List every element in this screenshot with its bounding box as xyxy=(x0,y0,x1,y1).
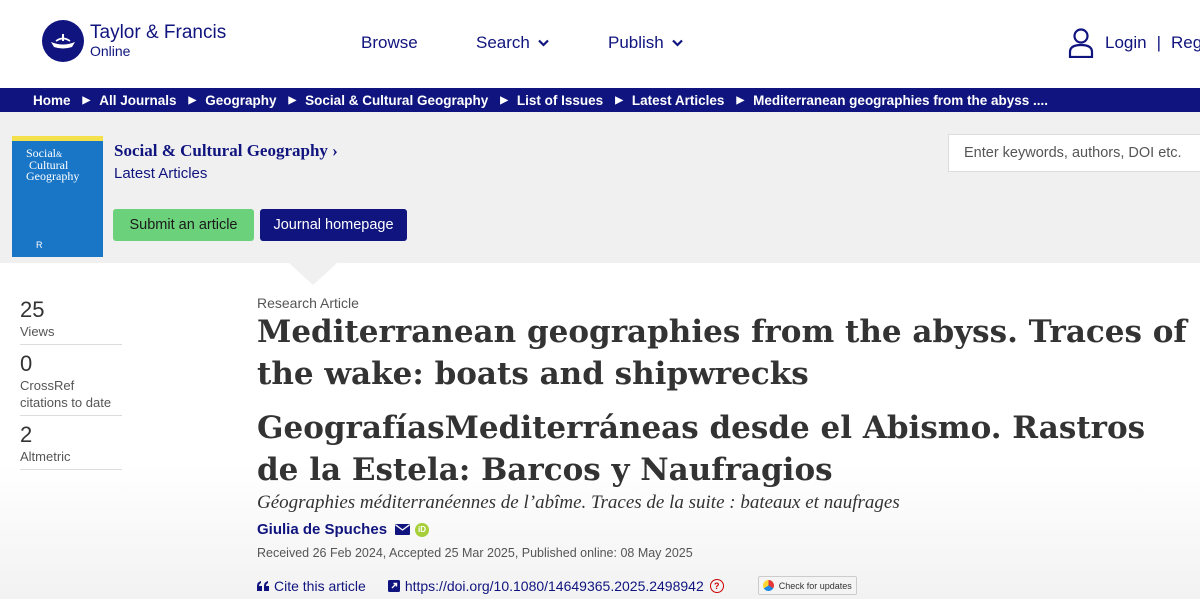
article-title-french: Géographies méditerranéennes de l’abîme.… xyxy=(257,492,900,513)
article-type: Research Article xyxy=(257,295,359,311)
brand-online: Online xyxy=(90,42,131,59)
breadcrumb-geography[interactable]: ▶ Geography xyxy=(177,93,277,108)
account-links: Login | Reg xyxy=(1068,28,1200,58)
journal-homepage-button[interactable]: Journal homepage xyxy=(260,209,407,241)
external-link-icon xyxy=(387,579,400,592)
metric-views: 25 Views xyxy=(20,297,122,345)
journal-title[interactable]: Social & Cultural Geography › xyxy=(114,141,338,161)
breadcrumb-current-label: Mediterranean geographies from the abyss… xyxy=(753,92,1048,108)
triangle-right-icon: ▶ xyxy=(288,94,297,106)
breadcrumb-latest[interactable]: ▶ Latest Articles xyxy=(603,93,724,108)
ship-logo-icon xyxy=(42,20,84,62)
user-icon[interactable] xyxy=(1068,28,1094,58)
triangle-right-icon: ▶ xyxy=(188,94,197,106)
metric-altmetric[interactable]: 2 Altmetric xyxy=(20,422,122,470)
breadcrumb-link[interactable]: Geography xyxy=(205,93,276,108)
breadcrumb: Home ▶ All Journals ▶ Geography ▶ Social & … xyxy=(0,88,1200,112)
article-title: Mediterranean geographies from the abyss… xyxy=(257,314,1187,392)
journal-header: Social& Cultural Geography R Social & Cul… xyxy=(0,112,1200,263)
metric-value: 0 xyxy=(20,351,33,376)
check-for-updates-button[interactable]: Check for updates xyxy=(757,576,857,595)
nav-search-label: Search xyxy=(476,33,530,52)
breadcrumb-home[interactable]: Home xyxy=(33,93,71,108)
article-dates: Received 26 Feb 2024, Accepted 25 Mar 20… xyxy=(257,546,693,560)
chevron-down-icon xyxy=(671,39,683,47)
breadcrumb-issues[interactable]: ▶ List of Issues xyxy=(488,93,603,108)
cite-article-label[interactable]: Cite this article xyxy=(274,578,366,594)
login-link[interactable]: Login xyxy=(1105,33,1147,53)
chevron-down-icon xyxy=(538,39,549,47)
band-pointer xyxy=(289,263,337,285)
breadcrumb-link[interactable]: All Journals xyxy=(99,93,176,108)
author-name[interactable]: Giulia de Spuches xyxy=(257,521,387,538)
envelope-icon[interactable] xyxy=(395,524,411,535)
journal-title-text[interactable]: Social & Cultural Geography xyxy=(114,141,328,160)
nav-publish-label: Publish xyxy=(608,33,664,52)
article-title-spanish: GeografíasMediterráneas desde el Abismo.… xyxy=(257,410,1146,488)
doi-link[interactable]: https://doi.org/10.1080/14649365.2025.24… xyxy=(387,578,724,594)
metric-value: 2 xyxy=(20,422,33,447)
nav-publish[interactable]: Publish xyxy=(608,33,683,53)
breadcrumb-link[interactable]: Latest Articles xyxy=(632,93,725,108)
cite-article-link[interactable]: Cite this article xyxy=(257,578,366,594)
metric-crossref: 0 CrossRef citations to date xyxy=(20,351,122,416)
site-header: Taylor & Francis Online Browse Search Pu… xyxy=(0,0,1200,88)
article-metrics: 25 Views 0 CrossRef citations to date 2 … xyxy=(20,297,122,476)
breadcrumb-link[interactable]: Home xyxy=(33,93,71,108)
doi-url[interactable]: https://doi.org/10.1080/14649365.2025.24… xyxy=(405,578,704,594)
nav-search[interactable]: Search xyxy=(476,33,549,53)
nav-browse-label: Browse xyxy=(361,33,418,52)
breadcrumb-link[interactable]: List of Issues xyxy=(517,93,603,108)
triangle-right-icon: ▶ xyxy=(615,94,623,106)
brand-logo[interactable]: Taylor & Francis Online xyxy=(42,20,226,62)
metric-value: 25 xyxy=(20,297,45,322)
breadcrumb-current: ▶ Mediterranean geographies from the abys… xyxy=(724,93,1048,108)
brand-name: Taylor & Francis xyxy=(90,21,227,43)
cover-title: Social& Cultural Geography xyxy=(26,146,80,183)
nav-browse[interactable]: Browse xyxy=(361,33,418,53)
triangle-right-icon: ▶ xyxy=(82,94,91,106)
triangle-right-icon: ▶ xyxy=(736,94,745,106)
metric-label: Views xyxy=(20,324,55,339)
breadcrumb-link[interactable]: Social & Cultural Geography xyxy=(305,93,488,108)
breadcrumb-journal[interactable]: ▶ Social & Cultural Geography xyxy=(276,93,488,108)
check-for-updates-label: Check for updates xyxy=(778,580,852,591)
doi-badge-icon[interactable]: ? xyxy=(709,578,724,593)
journal-subtitle: Latest Articles xyxy=(114,165,208,182)
search-input[interactable] xyxy=(948,134,1200,172)
breadcrumb-all-journals[interactable]: ▶ All Journals xyxy=(71,93,177,108)
routledge-mark: R xyxy=(36,240,43,250)
crossmark-icon xyxy=(762,580,774,591)
cover-stripe xyxy=(12,136,103,141)
account-separator: | xyxy=(1156,33,1162,52)
submit-article-button[interactable]: Submit an article xyxy=(113,209,254,241)
metric-label: Altmetric xyxy=(20,449,71,464)
chevron-right-icon: › xyxy=(332,141,338,160)
register-link[interactable]: Reg xyxy=(1171,33,1200,53)
article-actions: Cite this article https://doi.org/10.108… xyxy=(257,576,857,595)
metric-label: CrossRef citations to date xyxy=(20,378,112,410)
quote-icon xyxy=(257,580,269,591)
journal-cover[interactable]: Social& Cultural Geography R xyxy=(12,136,103,257)
author-line: Giulia de Spuches iD xyxy=(257,521,430,538)
orcid-icon[interactable]: iD xyxy=(415,522,430,537)
triangle-right-icon: ▶ xyxy=(500,94,508,106)
